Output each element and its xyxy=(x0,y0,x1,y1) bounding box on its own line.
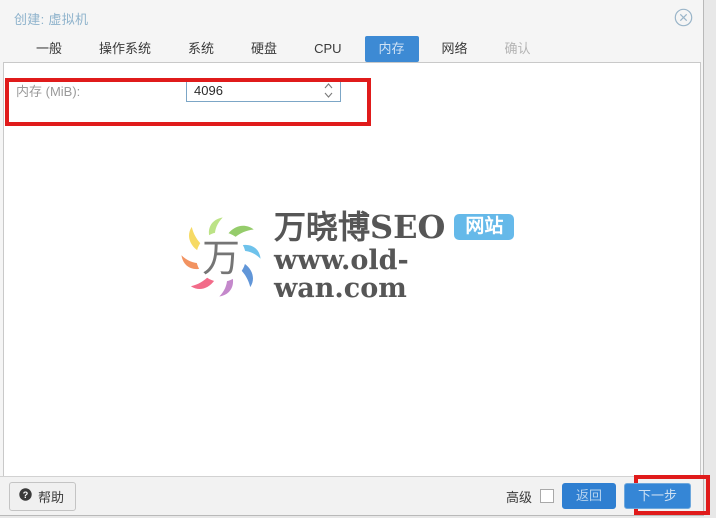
help-button[interactable]: ? 帮助 xyxy=(9,481,77,511)
memory-form-row: 内存 (MiB): xyxy=(16,75,361,105)
watermark-badge: 网站 xyxy=(454,214,515,240)
advanced-label: 高级 xyxy=(505,489,532,505)
dialog-titlebar: 创建: 虚拟机 xyxy=(0,0,703,36)
tab-network[interactable]: 网络 xyxy=(428,36,482,62)
watermark: 万 万晓博SEO 网站 www.old-wan.com xyxy=(178,211,526,304)
memory-input[interactable] xyxy=(187,79,340,101)
help-button-label: 帮助 xyxy=(38,489,65,505)
tab-system[interactable]: 系统 xyxy=(174,36,228,62)
advanced-checkbox[interactable] xyxy=(539,489,554,503)
next-button[interactable]: 下一步 xyxy=(623,483,691,509)
svg-text:万: 万 xyxy=(202,236,240,280)
tab-memory[interactable]: 内存 xyxy=(364,36,419,62)
dialog-title: 创建: 虚拟机 xyxy=(14,11,89,27)
tab-confirm: 确认 xyxy=(504,41,531,56)
tab-disk[interactable]: 硬盘 xyxy=(237,36,291,62)
dialog-footer: ? 帮助 高级 返回 下一步 xyxy=(0,476,703,515)
dialog-content-panel: 内存 (MiB): 4096 万 万晓博SEO 网站 www.old-wan.c… xyxy=(3,62,701,476)
wizard-tabs: 一般 操作系统 系统 硬盘 CPU 内存 网络 确认 xyxy=(0,36,703,62)
close-icon[interactable] xyxy=(674,8,693,27)
tab-operating-system[interactable]: 操作系统 xyxy=(85,36,165,62)
tab-cpu[interactable]: CPU xyxy=(300,36,355,62)
footer-actions: 高级 返回 下一步 xyxy=(506,483,691,509)
svg-text:?: ? xyxy=(23,490,29,500)
wan-pinwheel-logo: 万 xyxy=(178,214,264,300)
question-circle-icon: ? xyxy=(19,488,32,504)
back-button[interactable]: 返回 xyxy=(561,483,616,509)
watermark-text: 万晓博SEO 网站 www.old-wan.com xyxy=(274,211,526,304)
memory-label: 内存 (MiB): xyxy=(16,83,81,99)
watermark-url: www.old-wan.com xyxy=(274,245,409,305)
watermark-brand-line: 万晓博SEO 网站 xyxy=(274,211,526,243)
spinner-up-down-icon[interactable] xyxy=(322,81,335,100)
watermark-brand: 万晓博SEO xyxy=(274,208,446,246)
tab-general[interactable]: 一般 xyxy=(22,36,76,62)
create-vm-dialog: 创建: 虚拟机 一般 操作系统 系统 硬盘 CPU 内存 网络 确认 内存 (M… xyxy=(0,0,704,516)
memory-input-wrapper xyxy=(186,78,341,102)
